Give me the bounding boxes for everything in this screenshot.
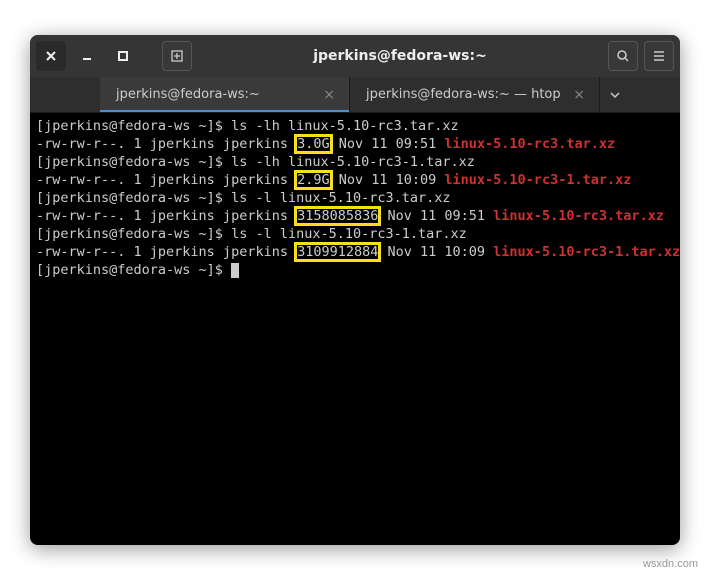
file-size-highlighted: 3.0G	[296, 136, 331, 152]
cursor	[231, 263, 239, 278]
close-button[interactable]	[36, 41, 66, 71]
prompt: [jperkins@fedora-ws ~]$	[36, 118, 231, 134]
command-text: ls -l linux-5.10-rc3-1.tar.xz	[231, 226, 467, 242]
filename: linux-5.10-rc3-1.tar.xz	[493, 244, 680, 260]
command-text: ls -l linux-5.10-rc3.tar.xz	[231, 190, 450, 206]
command-text: ls -lh linux-5.10-rc3.tar.xz	[231, 118, 459, 134]
file-size-highlighted: 2.9G	[296, 172, 331, 188]
new-tab-button[interactable]	[162, 41, 192, 71]
tab-2[interactable]: jperkins@fedora-ws:~ — htop ×	[350, 77, 600, 112]
command-text: ls -lh linux-5.10-rc3-1.tar.xz	[231, 154, 475, 170]
ls-output: -rw-rw-r--. 1 jperkins jperkins	[36, 136, 296, 152]
terminal-content[interactable]: [jperkins@fedora-ws ~]$ ls -lh linux-5.1…	[30, 113, 680, 545]
tab-label: jperkins@fedora-ws:~	[116, 87, 260, 102]
window-title: jperkins@fedora-ws:~	[198, 48, 602, 64]
file-size-highlighted: 3109912884	[296, 244, 379, 260]
file-size-highlighted: 3158085836	[296, 208, 379, 224]
tab-menu-button[interactable]	[600, 77, 630, 112]
minimize-button[interactable]	[72, 41, 102, 71]
terminal-window: jperkins@fedora-ws:~ jperkins@fedora-ws:…	[30, 35, 680, 545]
close-icon[interactable]: ×	[319, 85, 339, 105]
search-button[interactable]	[608, 41, 638, 71]
tab-label: jperkins@fedora-ws:~ — htop	[366, 87, 561, 102]
tab-1[interactable]: jperkins@fedora-ws:~ ×	[100, 77, 350, 112]
tab-bar: jperkins@fedora-ws:~ × jperkins@fedora-w…	[30, 77, 680, 113]
close-icon[interactable]: ×	[569, 85, 589, 105]
titlebar: jperkins@fedora-ws:~	[30, 35, 680, 77]
watermark: wsxdn.com	[643, 558, 698, 570]
maximize-button[interactable]	[108, 41, 138, 71]
filename: linux-5.10-rc3-1.tar.xz	[444, 172, 631, 188]
hamburger-menu-button[interactable]	[644, 41, 674, 71]
filename: linux-5.10-rc3.tar.xz	[444, 136, 615, 152]
filename: linux-5.10-rc3.tar.xz	[493, 208, 664, 224]
